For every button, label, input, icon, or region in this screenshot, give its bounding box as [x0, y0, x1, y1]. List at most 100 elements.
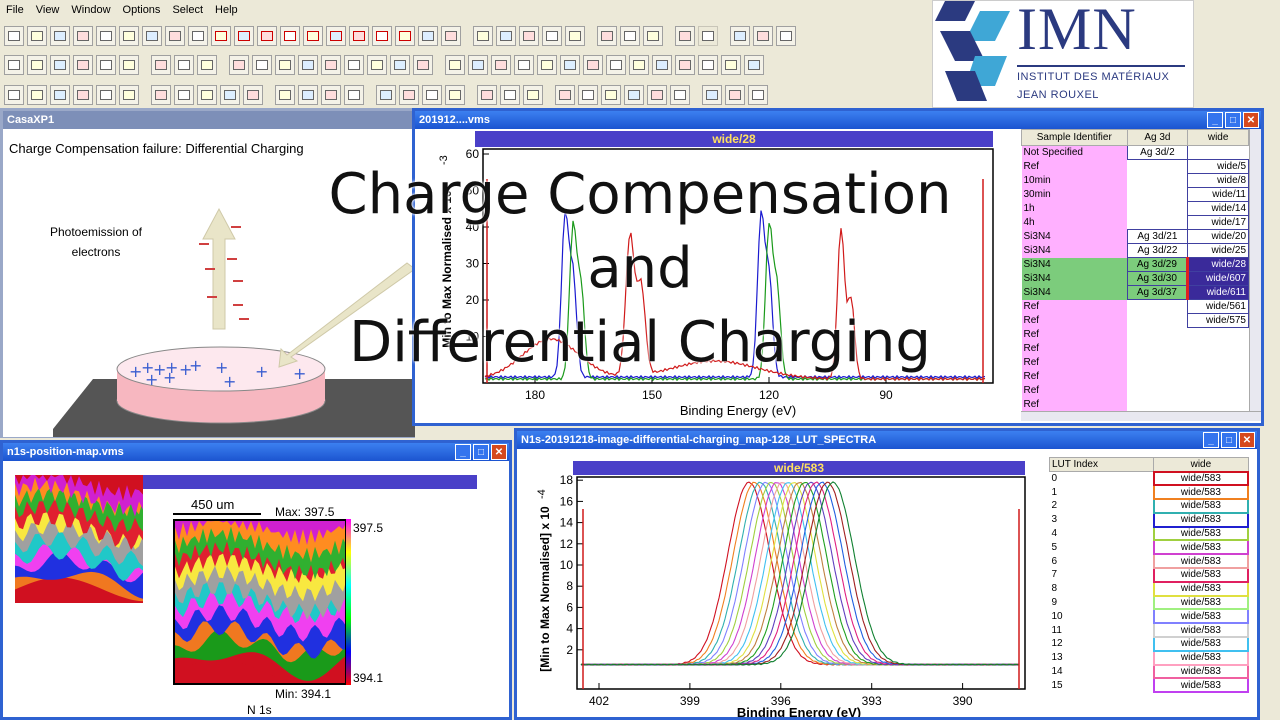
toolbar-new-button[interactable]	[4, 26, 24, 46]
table-row[interactable]: 1h wide/14	[1021, 201, 1249, 216]
toolbar-b3-button[interactable]	[275, 55, 295, 75]
table-row[interactable]: Ref	[1021, 341, 1249, 356]
table-cell[interactable]	[1187, 327, 1249, 342]
toolbar-rec3-button[interactable]	[257, 26, 277, 46]
table-cell[interactable]	[1127, 215, 1188, 230]
table-cell[interactable]	[1127, 299, 1188, 314]
table-cell[interactable]	[1127, 159, 1188, 174]
toolbar-rec9-button[interactable]	[395, 26, 415, 46]
lut-row[interactable]: 11 wide/583	[1050, 622, 1250, 639]
maximize-button[interactable]: □	[1221, 432, 1237, 448]
lut-wide-cell[interactable]: wide/583	[1152, 594, 1250, 611]
toolbar-print-button[interactable]	[441, 26, 461, 46]
table-row[interactable]: 4h wide/17	[1021, 215, 1249, 230]
close-button[interactable]: ✕	[491, 444, 507, 460]
table-cell[interactable]: wide/561	[1187, 299, 1249, 314]
toolbar-rec7-button[interactable]	[349, 26, 369, 46]
lut-wide-cell[interactable]: wide/583	[1152, 608, 1250, 625]
toolbar-rec5-button[interactable]	[303, 26, 323, 46]
lut-row[interactable]: 4 wide/583	[1050, 525, 1250, 542]
toolbar-el-button[interactable]	[675, 55, 695, 75]
menu-help[interactable]: Help	[209, 4, 244, 16]
table-header[interactable]: LUT Index	[1048, 457, 1155, 472]
toolbar-bg-button[interactable]	[514, 55, 534, 75]
toolbar-chart-button[interactable]	[418, 26, 438, 46]
lut-row[interactable]: 12 wide/583	[1050, 636, 1250, 652]
table-cell[interactable]: Ref	[1021, 369, 1128, 384]
table-cell[interactable]: Ag 3d/29	[1126, 257, 1189, 272]
toolbar-win1-button[interactable]	[473, 26, 493, 46]
toolbar-doc-button[interactable]	[188, 26, 208, 46]
table-cell[interactable]	[1127, 369, 1188, 384]
table-row[interactable]: Ref	[1021, 369, 1249, 384]
lut-wide-cell[interactable]: wide/583	[1152, 580, 1250, 597]
table-cell[interactable]: Ref	[1021, 299, 1128, 314]
toolbar-copy4-button[interactable]	[165, 26, 185, 46]
toolbar-w3-button[interactable]	[344, 85, 364, 105]
toolbar-sub-button[interactable]	[537, 55, 557, 75]
menu-options[interactable]: Options	[117, 4, 167, 16]
toolbar-rec4-button[interactable]	[280, 26, 300, 46]
toolbar-z5-button[interactable]	[647, 85, 667, 105]
toolbar-v4-button[interactable]	[220, 85, 240, 105]
toolbar-calib-button[interactable]	[583, 55, 603, 75]
toolbar-u2-button[interactable]	[27, 85, 47, 105]
toolbar-v5-button[interactable]	[243, 85, 263, 105]
toolbar-help-button[interactable]	[776, 26, 796, 46]
toolbar-b5-button[interactable]	[321, 55, 341, 75]
toolbar-b1-button[interactable]	[229, 55, 249, 75]
toolbar-exp-button[interactable]	[629, 55, 649, 75]
toolbar-u5-button[interactable]	[96, 85, 116, 105]
toolbar-tof-button[interactable]	[275, 85, 295, 105]
table-cell[interactable]: Ref	[1021, 397, 1128, 412]
lut-index-cell[interactable]: 3	[1050, 513, 1154, 527]
table-cell[interactable]: Ag 3d/30	[1126, 271, 1189, 286]
toolbar-d2-button[interactable]	[753, 26, 773, 46]
toolbar-x3-button[interactable]	[422, 85, 442, 105]
toolbar-x2-button[interactable]	[399, 85, 419, 105]
toolbar-c1-button[interactable]	[445, 55, 465, 75]
table-cell[interactable]: wide/25	[1187, 243, 1249, 258]
toolbar-arrow-button[interactable]	[542, 26, 562, 46]
table-cell[interactable]	[1187, 145, 1249, 160]
toolbar-w2-button[interactable]	[321, 85, 341, 105]
horizontal-scrollbar[interactable]	[1021, 411, 1261, 421]
maximize-button[interactable]: □	[1225, 112, 1241, 128]
lut-wide-cell[interactable]: wide/583	[1152, 663, 1250, 680]
table-cell[interactable]	[1127, 355, 1188, 370]
toolbar-aa-button[interactable]	[500, 85, 520, 105]
table-cell[interactable]: wide/14	[1187, 201, 1249, 216]
table-cell[interactable]: Si3N4	[1021, 243, 1128, 258]
toolbar-ke-button[interactable]	[367, 55, 387, 75]
lut-index-cell[interactable]: 5	[1050, 540, 1154, 554]
toolbar-t4-button[interactable]	[73, 55, 93, 75]
toolbar-z1-button[interactable]	[555, 85, 575, 105]
lut-index-cell[interactable]: 9	[1050, 596, 1154, 610]
lut-row[interactable]: 0 wide/583	[1050, 470, 1250, 487]
table-row[interactable]: Si3N4 Ag 3d/22 wide/25	[1021, 243, 1249, 258]
toolbar-u6-button[interactable]	[119, 85, 139, 105]
close-button[interactable]: ✕	[1243, 112, 1259, 128]
toolbar-cps-button[interactable]	[390, 55, 410, 75]
table-cell[interactable]: 30min	[1021, 187, 1128, 202]
toolbar-copy3-button[interactable]	[142, 26, 162, 46]
table-cell[interactable]	[1187, 341, 1249, 356]
toolbar-rec1-button[interactable]	[211, 26, 231, 46]
menu-window[interactable]: Window	[65, 4, 116, 16]
lut-index-cell[interactable]: 8	[1050, 582, 1154, 596]
toolbar-c3-button[interactable]	[491, 55, 511, 75]
toolbar-copy-button[interactable]	[96, 26, 116, 46]
table-cell[interactable]: wide/5	[1187, 159, 1249, 174]
toolbar-t3-button[interactable]	[50, 55, 70, 75]
table-cell[interactable]: Si3N4	[1021, 285, 1128, 300]
toolbar-v3-button[interactable]	[197, 85, 217, 105]
lut-row[interactable]: 8 wide/583	[1050, 580, 1250, 597]
toolbar-tile3-button[interactable]	[643, 26, 663, 46]
table-cell[interactable]	[1127, 173, 1188, 188]
toolbar-rec8-button[interactable]	[372, 26, 392, 46]
toolbar-open-folder-button[interactable]	[50, 26, 70, 46]
table-cell[interactable]: Ref	[1021, 355, 1128, 370]
vertical-scrollbar[interactable]	[1249, 129, 1261, 411]
toolbar-win2-button[interactable]	[496, 26, 516, 46]
toolbar-fx-button[interactable]	[698, 55, 718, 75]
